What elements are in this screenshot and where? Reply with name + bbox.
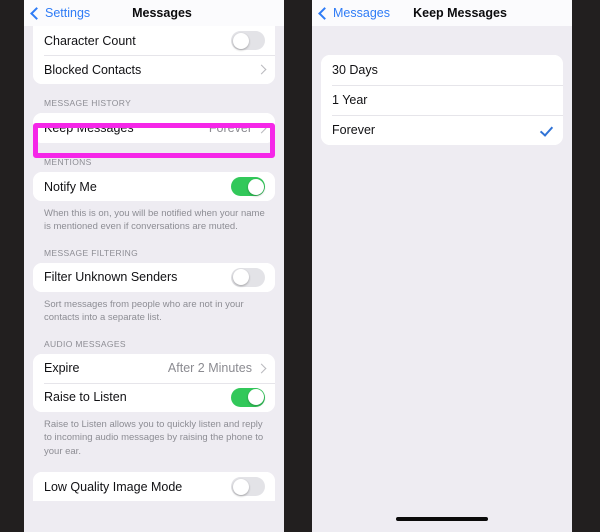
left-settings-scroll-area[interactable]: Character Count Blocked Contacts MESSAGE… <box>24 26 284 532</box>
back-to-settings-button[interactable]: Settings <box>30 6 91 20</box>
row-value: After 2 Minutes <box>167 361 252 376</box>
message-history-group: Keep Messages Forever <box>33 113 275 143</box>
filter-unknown-senders-toggle[interactable] <box>231 267 265 287</box>
screenshot-stage: Settings Messages Character Count Blocke… <box>0 0 600 532</box>
bottom-settings-group: Low Quality Image Mode <box>33 472 275 502</box>
row-keep-messages[interactable]: Keep Messages Forever <box>33 113 275 143</box>
chevron-right-icon <box>256 64 267 75</box>
section-header-audio-messages: AUDIO MESSAGES <box>44 338 126 349</box>
option-row-forever[interactable]: Forever <box>321 115 563 145</box>
top-settings-group: Character Count Blocked Contacts <box>33 26 275 84</box>
mentions-footer-text: When this is on, you will be notified wh… <box>44 208 265 233</box>
notify-me-toggle[interactable] <box>231 177 265 196</box>
checkmark-icon <box>540 124 553 137</box>
left-phone-screen: Settings Messages Character Count Blocke… <box>24 0 284 532</box>
row-value: Forever <box>208 121 252 135</box>
toggle-knob <box>247 178 264 195</box>
option-label: Forever <box>332 123 376 137</box>
row-character-count[interactable]: Character Count <box>33 26 275 55</box>
toggle-knob <box>232 478 249 495</box>
row-label: Notify Me <box>44 179 97 194</box>
right-phone-screen: Messages Keep Messages 30 Days 1 Year Fo… <box>312 0 572 532</box>
back-button-label: Messages <box>333 6 390 20</box>
keep-messages-options-group: 30 Days 1 Year Forever <box>321 55 563 145</box>
row-label: Raise to Listen <box>44 390 127 405</box>
section-header-mentions: MENTIONS <box>44 157 92 167</box>
chevron-right-icon <box>256 363 267 374</box>
audio-messages-footer-text: Raise to Listen allows you to quickly li… <box>44 418 264 457</box>
message-filtering-footer-text: Sort messages from people who are not in… <box>44 298 244 324</box>
row-label: Keep Messages <box>44 121 134 135</box>
row-label: Character Count <box>44 33 136 48</box>
row-label: Filter Unknown Senders <box>44 270 178 285</box>
low-quality-image-mode-toggle[interactable] <box>231 477 265 497</box>
option-label: 1 Year <box>332 93 368 107</box>
option-row-1-year[interactable]: 1 Year <box>321 85 563 115</box>
toggle-knob <box>247 389 264 406</box>
message-filtering-group: Filter Unknown Senders <box>33 262 275 292</box>
option-row-30-days[interactable]: 30 Days <box>321 55 563 85</box>
row-expire[interactable]: Expire After 2 Minutes <box>33 353 275 383</box>
left-navigation-bar: Settings Messages <box>24 0 284 26</box>
chevron-left-icon <box>30 6 43 20</box>
back-button-label: Settings <box>45 6 91 20</box>
row-low-quality-image-mode[interactable]: Low Quality Image Mode <box>33 472 275 502</box>
option-label: 30 Days <box>332 63 378 77</box>
right-navigation-bar: Messages Keep Messages <box>312 0 572 26</box>
row-raise-to-listen[interactable]: Raise to Listen <box>33 382 275 412</box>
toggle-knob <box>232 269 249 286</box>
chevron-left-icon <box>318 6 331 20</box>
row-label: Expire <box>44 361 80 376</box>
back-to-messages-button[interactable]: Messages <box>318 6 390 20</box>
section-header-message-history: MESSAGE HISTORY <box>44 98 132 108</box>
mentions-group: Notify Me <box>33 172 275 201</box>
character-count-toggle[interactable] <box>231 31 265 50</box>
row-label: Low Quality Image Mode <box>44 479 183 494</box>
row-filter-unknown-senders[interactable]: Filter Unknown Senders <box>33 262 275 292</box>
section-header-message-filtering: MESSAGE FILTERING <box>44 247 139 258</box>
row-blocked-contacts[interactable]: Blocked Contacts <box>33 55 275 84</box>
raise-to-listen-toggle[interactable] <box>231 387 265 407</box>
chevron-right-icon <box>256 123 267 133</box>
keep-messages-options-area: 30 Days 1 Year Forever <box>312 26 572 532</box>
row-label: Blocked Contacts <box>44 62 142 77</box>
home-indicator <box>396 517 488 521</box>
row-notify-me[interactable]: Notify Me <box>33 172 275 201</box>
toggle-knob <box>232 32 249 49</box>
audio-messages-group: Expire After 2 Minutes Raise to Listen <box>33 353 275 412</box>
